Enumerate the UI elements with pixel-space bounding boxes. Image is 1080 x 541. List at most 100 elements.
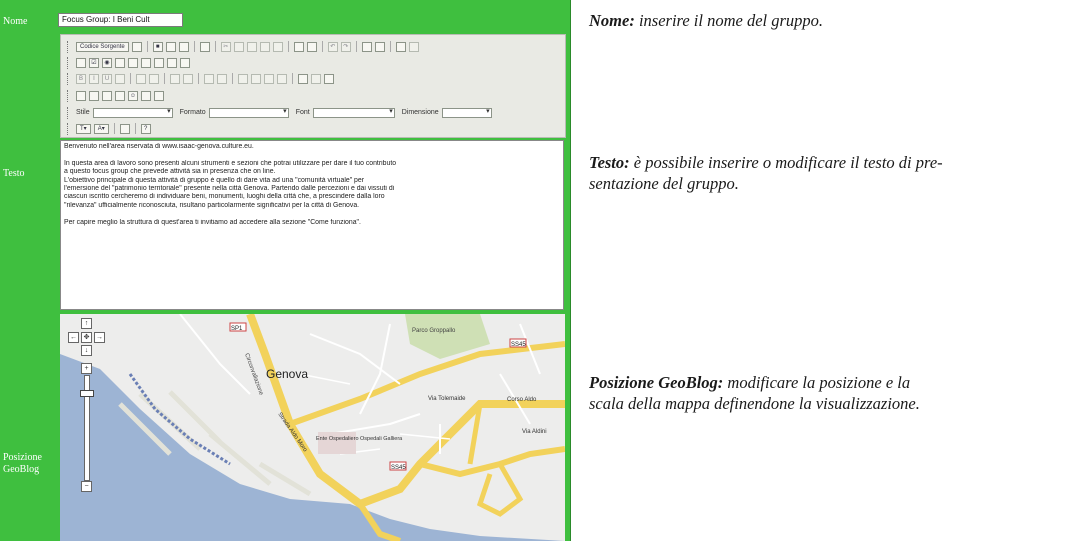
subscript-icon[interactable] <box>136 73 146 84</box>
group-settings-form: Nome Focus Group: I Beni Cult Testo Posi… <box>0 0 571 541</box>
text-field-icon[interactable] <box>115 57 125 68</box>
editor-paragraph: In questa area di lavoro sono presenti a… <box>64 160 397 167</box>
source-code-button[interactable]: Codice Sorgente <box>76 41 129 52</box>
map-place-label: Ente Ospedaliero Ospedali Galliera <box>316 436 403 442</box>
bold-icon[interactable]: B <box>76 73 86 84</box>
map-park-label: Parco Groppallo <box>412 328 456 334</box>
format-select[interactable] <box>208 107 289 118</box>
map-graphic[interactable]: Genova SP1 Circonvallazione Parco Groppa… <box>60 314 565 541</box>
smiley-icon[interactable]: ☺ <box>128 90 138 101</box>
align-right-icon[interactable] <box>264 73 274 84</box>
source-code-label: Codice Sorgente <box>80 43 125 50</box>
form-icon[interactable] <box>76 57 86 68</box>
flash-icon[interactable] <box>89 90 99 101</box>
align-left-icon[interactable] <box>238 73 248 84</box>
editor-paragraph: "rilevanza" ufficialmente riconosciuta, … <box>64 201 360 209</box>
print-preview-icon[interactable] <box>178 41 189 52</box>
save-icon[interactable]: ■ <box>152 41 163 52</box>
select-field-icon[interactable] <box>141 57 151 68</box>
testo-text-2: sentazione del gruppo. <box>589 174 739 193</box>
posizione-label-line2: GeoBlog <box>3 464 40 475</box>
select-all-icon[interactable] <box>395 41 406 52</box>
editor-paragraph: l'emersione del "patrimonio territoriale… <box>64 185 395 192</box>
find-icon[interactable] <box>361 41 372 52</box>
table-icon[interactable] <box>102 90 112 101</box>
align-center-icon[interactable] <box>251 73 261 84</box>
remove-format-icon[interactable] <box>408 41 419 52</box>
editor-paragraph: a questo focus group che prevede attivit… <box>64 168 276 175</box>
spellcheck-icon[interactable] <box>306 41 317 52</box>
page-break-icon[interactable] <box>154 90 164 101</box>
posizione-explanation: Posizione GeoBlog: modificare la posizio… <box>589 372 920 414</box>
toolbar-row-2: ☑ ◉ <box>67 55 190 70</box>
about-icon[interactable]: ? <box>140 123 151 134</box>
special-char-icon[interactable] <box>141 90 151 101</box>
pan-down-button[interactable]: ↓ <box>81 345 92 356</box>
background-color-icon[interactable]: A▾ <box>93 123 109 134</box>
style-select[interactable] <box>92 107 173 118</box>
unlink-icon[interactable] <box>311 73 321 84</box>
button-icon[interactable] <box>154 57 164 68</box>
posizione-text-2: scala della mappa definendone la visuali… <box>589 394 920 413</box>
checkbox-icon[interactable]: ☑ <box>89 57 99 68</box>
paste-text-icon[interactable] <box>259 41 270 52</box>
print-icon[interactable] <box>293 41 304 52</box>
radio-icon[interactable]: ◉ <box>102 57 112 68</box>
pan-up-button[interactable]: ↑ <box>81 318 92 329</box>
templates-icon[interactable] <box>199 41 210 52</box>
undo-icon[interactable]: ↶ <box>327 41 338 52</box>
pan-left-button[interactable]: ← <box>68 332 79 343</box>
preview-icon[interactable] <box>131 41 142 52</box>
outdent-icon[interactable] <box>204 73 214 84</box>
cut-icon[interactable]: ✂ <box>220 41 231 52</box>
map-road-label: Corso Aldo <box>507 397 537 403</box>
posizione-term: Posizione GeoBlog: <box>589 373 724 392</box>
map-road-label: SP1 <box>231 326 243 332</box>
testo-term: Testo: <box>589 153 630 172</box>
paste-icon[interactable] <box>246 41 257 52</box>
testo-label: Testo <box>3 168 25 179</box>
size-label: Dimensione <box>401 109 439 116</box>
replace-icon[interactable] <box>374 41 385 52</box>
horizontal-rule-icon[interactable] <box>115 90 125 101</box>
toolbar-row-3: B I U <box>67 71 334 86</box>
link-icon[interactable] <box>298 73 308 84</box>
posizione-label: Posizione GeoBlog <box>3 452 42 476</box>
new-page-icon[interactable] <box>165 41 176 52</box>
redo-icon[interactable]: ↷ <box>340 41 351 52</box>
indent-icon[interactable] <box>217 73 227 84</box>
unordered-list-icon[interactable] <box>183 73 193 84</box>
superscript-icon[interactable] <box>149 73 159 84</box>
anchor-icon[interactable] <box>324 73 334 84</box>
group-name-field[interactable]: Focus Group: I Beni Cult <box>58 13 183 27</box>
text-editor-area[interactable]: Benvenuto nell'area riservata di www.isa… <box>60 140 564 310</box>
ordered-list-icon[interactable] <box>170 73 180 84</box>
format-label: Formato <box>179 109 206 116</box>
geoblog-map[interactable]: Genova SP1 Circonvallazione Parco Groppa… <box>60 314 565 541</box>
font-select[interactable] <box>312 107 395 118</box>
italic-icon[interactable]: I <box>89 73 99 84</box>
posizione-text-1: modificare la posizione e la <box>723 373 911 392</box>
zoom-slider-handle[interactable] <box>80 390 94 397</box>
testo-explanation: Testo: è possibile inserire o modificare… <box>589 152 943 194</box>
maximize-icon[interactable] <box>119 123 130 134</box>
size-select[interactable] <box>441 107 492 118</box>
editor-toolbar: Codice Sorgente ■ ✂ ↶ ↷ ☑ ◉ B I U ☺ Stil… <box>60 34 566 138</box>
underline-icon[interactable]: U <box>102 73 112 84</box>
pan-center-button[interactable]: ✥ <box>81 332 92 343</box>
zoom-in-button[interactable]: + <box>81 363 92 374</box>
copy-icon[interactable] <box>233 41 244 52</box>
paste-word-icon[interactable] <box>272 41 283 52</box>
testo-text-1: è possibile inserire o modificare il tes… <box>629 153 943 172</box>
strike-icon[interactable] <box>115 73 125 84</box>
justify-icon[interactable] <box>277 73 287 84</box>
editor-paragraph: Per capire meglio la struttura di quest'… <box>64 219 361 226</box>
nome-term: Nome: <box>589 11 635 30</box>
pan-right-button[interactable]: → <box>94 332 105 343</box>
textarea-icon[interactable] <box>128 57 138 68</box>
text-color-icon[interactable]: T▾ <box>76 123 91 134</box>
image-icon[interactable] <box>76 90 86 101</box>
hidden-field-icon[interactable] <box>180 57 190 68</box>
zoom-out-button[interactable]: − <box>81 481 92 492</box>
image-button-icon[interactable] <box>167 57 177 68</box>
